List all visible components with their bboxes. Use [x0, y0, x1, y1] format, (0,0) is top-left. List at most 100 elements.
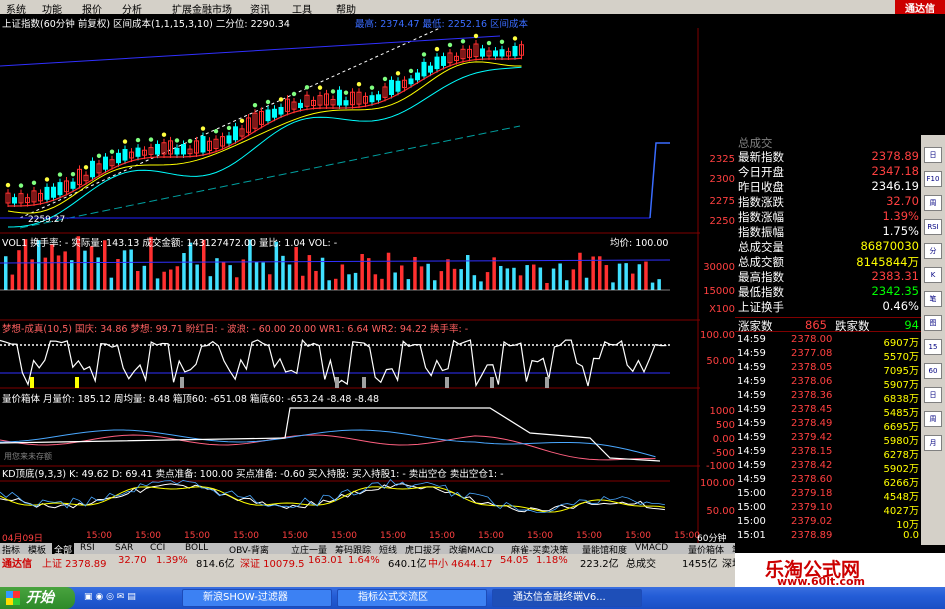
toolbar-button[interactable]: F10: [924, 171, 942, 187]
time-label: 15:00: [233, 531, 259, 541]
cost-dot: [200, 126, 206, 131]
menu-item-analysis[interactable]: 分析: [122, 1, 142, 16]
status-sh-change: 32.70: [118, 555, 147, 566]
indicator-tab[interactable]: SAR: [113, 543, 135, 554]
indicator-tab[interactable]: 筹码跟踪: [333, 543, 373, 556]
volume-bar: [360, 254, 364, 290]
tick-price: 2378.05: [791, 362, 833, 373]
taskbar-item-filter[interactable]: 新浪SHOW-过滤器: [182, 589, 332, 607]
menu-item-news[interactable]: 资讯: [250, 1, 270, 16]
menu-item-quote[interactable]: 报价: [82, 1, 102, 16]
toolbar-button[interactable]: 笔: [924, 291, 942, 307]
tick-time: 14:59: [737, 474, 766, 485]
tick-row: 14:59 2378.00 6907万: [735, 334, 921, 349]
menu-item-help[interactable]: 帮助: [336, 1, 356, 16]
indicator-tab[interactable]: 全部: [52, 543, 75, 556]
quote-label: 上证换手: [738, 300, 784, 314]
candle-body: [265, 109, 271, 122]
volume-bar: [551, 268, 556, 290]
toolbar-button[interactable]: RSI: [924, 219, 942, 235]
toolbar-button[interactable]: 周: [924, 411, 942, 427]
status-zx-change: 54.05: [500, 555, 529, 566]
tick-volume: 5902万: [883, 464, 919, 475]
indicator-tab[interactable]: 量价箱体: [686, 543, 726, 556]
indicator-tab[interactable]: OBV-背离: [227, 543, 271, 556]
start-button[interactable]: 开始: [0, 587, 75, 609]
volume-bar: [406, 279, 411, 290]
status-sh-pct: 1.39%: [156, 555, 188, 566]
indicator-tab[interactable]: 麻雀-买卖决策: [509, 543, 570, 556]
axis-label: X100: [709, 304, 735, 315]
volume-bar: [400, 265, 404, 290]
indicator-tab[interactable]: BOLL: [183, 543, 210, 554]
tick-volume: 10万: [896, 520, 919, 531]
candle-body: [135, 147, 141, 157]
cost-dot: [57, 172, 63, 177]
volume-bar: [591, 256, 595, 290]
indicator-tab[interactable]: 量能馆和度: [580, 543, 629, 556]
dream-bar: [490, 377, 494, 388]
candle-body: [233, 126, 238, 141]
menu-item-extended-market[interactable]: 扩展金融市场: [172, 1, 232, 16]
cost-dot: [369, 85, 375, 90]
menu-item-system[interactable]: 系统: [6, 1, 26, 16]
tick-row: 15:00 2379.10 4027万: [735, 502, 921, 517]
dream-bars: [30, 377, 549, 388]
quote-row: 总成交额 8145844万: [735, 254, 921, 269]
status-zx-index[interactable]: 中小 4644.17: [428, 555, 493, 570]
cost-dot: [265, 99, 271, 105]
indicator-tab[interactable]: 短线: [377, 543, 399, 556]
volume-bar: [611, 282, 615, 290]
indicator-tab[interactable]: RSI: [78, 543, 97, 554]
indicator-tab[interactable]: CCI: [148, 543, 167, 554]
volume-bar: [268, 274, 272, 290]
indicator-tab[interactable]: 改编MACD: [447, 543, 496, 556]
axis-label: -500: [712, 448, 735, 459]
tick-row: 14:59 2378.05 7095万: [735, 362, 921, 377]
toolbar-button[interactable]: 日: [924, 387, 942, 403]
menu-item-function[interactable]: 功能: [42, 1, 62, 16]
indicator-tab[interactable]: 虎口拔牙: [403, 543, 443, 556]
status-sh-index[interactable]: 上证 2378.89: [42, 555, 107, 570]
volume-bar: [644, 261, 648, 290]
taskbar-item-forum[interactable]: 指标公式交流区: [337, 589, 487, 607]
indicator-tab[interactable]: 指标: [0, 543, 22, 556]
status-sz-index[interactable]: 深证 10079.5: [240, 555, 305, 570]
volume-bar: [446, 259, 450, 290]
volume-bar: [30, 259, 34, 290]
axis-label: 50.00: [706, 506, 735, 517]
candle-body: [499, 49, 505, 57]
volume-bar: [314, 270, 318, 290]
indicator-tab[interactable]: 模板: [26, 543, 48, 556]
toolbar-button[interactable]: 15: [924, 339, 942, 355]
cost-dot: [356, 82, 362, 87]
box-panel-title: 量价箱体 月量价: 185.12 周均量: 8.48 箱顶60: -651.08…: [2, 394, 380, 405]
volume-bar: [439, 271, 444, 290]
taskbar-item-tdx[interactable]: 通达信金融终端V6...: [492, 589, 642, 607]
menu-item-tools[interactable]: 工具: [292, 1, 312, 16]
toolbar-button[interactable]: K: [924, 267, 942, 283]
toolbar-button[interactable]: 分: [924, 243, 942, 259]
dream-bar: [545, 377, 549, 388]
volume-bar: [617, 263, 622, 290]
dream-bar: [75, 377, 79, 388]
toolbar-button[interactable]: 60: [924, 363, 942, 379]
quick-launch[interactable]: ▣ ◉ ◎ ✉ ▤: [84, 592, 184, 604]
quote-label: 最高指数: [738, 270, 784, 284]
toolbar-button[interactable]: 图: [924, 315, 942, 331]
toolbar-button[interactable]: 周: [924, 195, 942, 211]
time-label: 15:00: [331, 531, 357, 541]
cost-dot: [434, 46, 440, 52]
candle-body: [122, 149, 128, 161]
toolbar-button[interactable]: 月: [924, 435, 942, 451]
cost-dot: [304, 85, 310, 90]
volume-bar: [340, 264, 345, 290]
toolbar-button[interactable]: 日: [924, 147, 942, 163]
time-label: 15:00: [625, 531, 651, 541]
tick-time: 15:01: [737, 530, 766, 541]
indicator-tab[interactable]: 立庄一量: [289, 543, 329, 556]
candle-body: [376, 94, 381, 101]
volume-bar: [637, 264, 642, 290]
indicator-tab[interactable]: VMACD: [633, 543, 670, 554]
updown-row: 涨家数 865 跌家数 94: [735, 317, 921, 333]
